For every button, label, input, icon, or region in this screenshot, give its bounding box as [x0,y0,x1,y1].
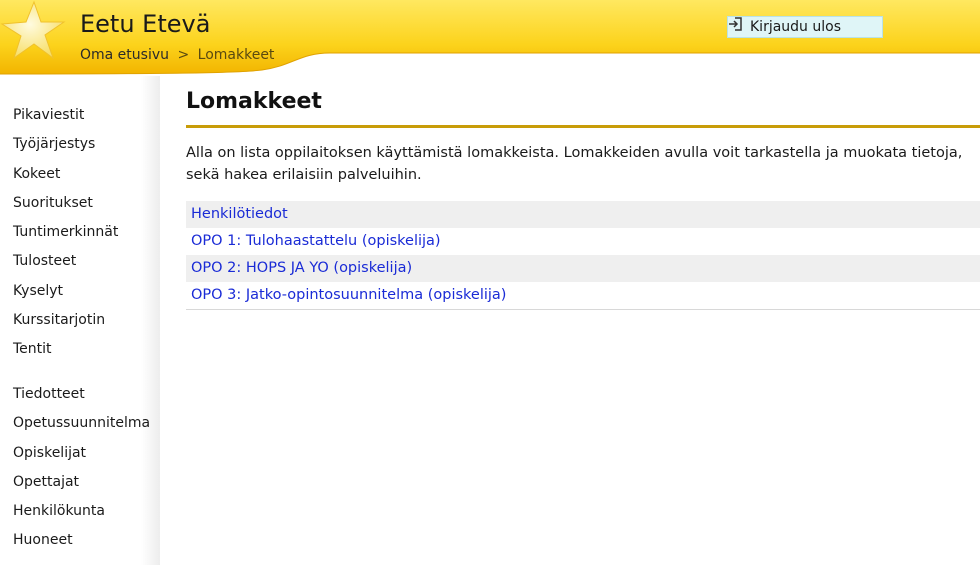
sidebar-item-kyselyt[interactable]: Kyselyt [13,277,118,306]
form-link-opo1[interactable]: OPO 1: Tulohaastattelu (opiskelija) [191,233,441,249]
top-banner: Eetu Etevä Oma etusivu > Lomakkeet Kirja… [0,0,980,76]
sidebar-item-kurssitarjotin[interactable]: Kurssitarjotin [13,306,118,335]
title-divider [186,125,980,128]
list-item: OPO 3: Jatko-opintosuunnitelma (opiskeli… [186,282,980,309]
user-name: Eetu Etevä [80,10,211,38]
list-item: OPO 2: HOPS JA YO (opiskelija) [186,255,980,282]
sidebar-item-huoneet[interactable]: Huoneet [13,526,150,555]
sidebar-item-kokeet[interactable]: Kokeet [13,160,118,189]
page-title: Lomakkeet [186,89,322,114]
forms-list: Henkilötiedot OPO 1: Tulohaastattelu (op… [186,201,980,310]
logout-label: Kirjaudu ulos [750,19,841,35]
intro-text: Alla on lista oppilaitoksen käyttämistä … [186,145,963,183]
sidebar-item-pikaviestit[interactable]: Pikaviestit [13,101,118,130]
sidebar-item-tiedotteet[interactable]: Tiedotteet [13,380,150,409]
breadcrumb: Oma etusivu > Lomakkeet [80,47,274,63]
sidebar-item-henkilokunta[interactable]: Henkilökunta [13,497,150,526]
sidebar: Pikaviestit Työjärjestys Kokeet Suorituk… [0,76,160,565]
logout-button[interactable]: Kirjaudu ulos [727,16,883,38]
sidebar-item-opetussuunnitelma[interactable]: Opetussuunnitelma [13,409,150,438]
sidebar-item-opettajat[interactable]: Opettajat [13,468,150,497]
list-item: Henkilötiedot [186,201,980,228]
breadcrumb-home-link[interactable]: Oma etusivu [80,47,169,63]
sidebar-item-opiskelijat[interactable]: Opiskelijat [13,439,150,468]
sidebar-nav-secondary: Tiedotteet Opetussuunnitelma Opiskelijat… [13,380,150,556]
form-link-henkilotiedot[interactable]: Henkilötiedot [191,206,288,222]
list-item: OPO 1: Tulohaastattelu (opiskelija) [186,228,980,255]
breadcrumb-current: Lomakkeet [197,47,275,63]
breadcrumb-separator: > [177,47,190,63]
star-logo-icon [0,0,66,60]
sidebar-item-tulosteet[interactable]: Tulosteet [13,247,118,276]
sidebar-nav-primary: Pikaviestit Työjärjestys Kokeet Suorituk… [13,101,118,365]
sidebar-item-tyojarjestys[interactable]: Työjärjestys [13,130,118,159]
form-link-opo2[interactable]: OPO 2: HOPS JA YO (opiskelija) [191,260,412,276]
form-link-opo3[interactable]: OPO 3: Jatko-opintosuunnitelma (opiskeli… [191,287,506,303]
sidebar-item-tuntimerkinnat[interactable]: Tuntimerkinnät [13,218,118,247]
sidebar-item-tentit[interactable]: Tentit [13,335,118,364]
sidebar-item-suoritukset[interactable]: Suoritukset [13,189,118,218]
